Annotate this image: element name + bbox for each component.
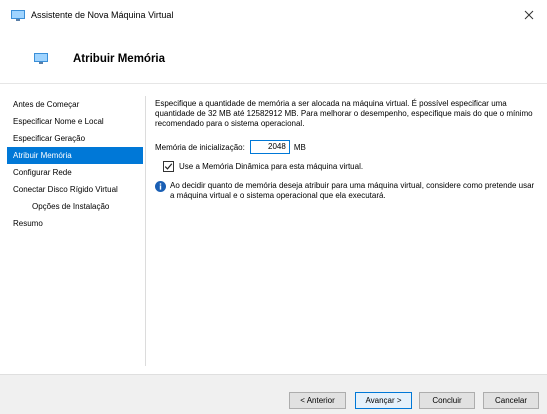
nav-divider	[145, 96, 146, 366]
info-note: Ao decidir quanto de memória deseja atri…	[155, 181, 540, 201]
nav-item-especificar-geracao[interactable]: Especificar Geração	[7, 130, 143, 147]
dynamic-memory-label: Use a Memória Dinâmica para esta máquina…	[179, 162, 364, 171]
close-button[interactable]	[511, 0, 547, 30]
page-header: Atribuir Memória	[0, 30, 547, 84]
info-text: Ao decidir quanto de memória deseja atri…	[170, 181, 535, 200]
nav-item-configurar-rede[interactable]: Configurar Rede	[7, 164, 143, 181]
dynamic-memory-option[interactable]: Use a Memória Dinâmica para esta máquina…	[163, 161, 363, 172]
nav-item-especificar-nome-e-local[interactable]: Especificar Nome e Local	[7, 113, 143, 130]
nav-item-antes-de-comecar[interactable]: Antes de Começar	[7, 96, 143, 113]
memory-unit-label: MB	[293, 142, 306, 152]
nav-item-atribuir-memoria[interactable]: Atribuir Memória	[7, 147, 143, 164]
wizard-footer: < Anterior Avançar > Concluir Cancelar	[0, 374, 547, 414]
checkmark-icon	[164, 163, 173, 170]
title-bar: Assistente de Nova Máquina Virtual	[0, 0, 547, 30]
startup-memory-row: Memória de inicialização: 2048 MB	[155, 140, 306, 154]
cancel-button[interactable]: Cancelar	[483, 392, 539, 409]
monitor-icon	[34, 53, 48, 64]
nav-item-conectar-disco[interactable]: Conectar Disco Rígido Virtual	[7, 181, 143, 198]
startup-memory-label: Memória de inicialização:	[155, 142, 245, 152]
monitor-icon	[11, 10, 25, 21]
next-button[interactable]: Avançar >	[355, 392, 412, 409]
back-button[interactable]: < Anterior	[289, 392, 346, 409]
startup-memory-input[interactable]: 2048	[249, 140, 290, 154]
content-panel: Especifique a quantidade de memória a se…	[155, 99, 540, 200]
finish-button[interactable]: Concluir	[419, 392, 475, 409]
window-title: Assistente de Nova Máquina Virtual	[31, 10, 174, 20]
nav-item-resumo[interactable]: Resumo	[7, 215, 143, 232]
page-title: Atribuir Memória	[73, 53, 166, 65]
nav-item-opcoes-de-instalacao[interactable]: Opções de Instalação	[7, 198, 143, 215]
dynamic-memory-checkbox[interactable]	[163, 161, 174, 172]
description-text: Especifique a quantidade de memória a se…	[155, 99, 533, 128]
info-icon	[155, 181, 166, 192]
wizard-steps-nav: Antes de Começar Especificar Nome e Loca…	[7, 96, 143, 232]
close-icon	[524, 10, 534, 20]
